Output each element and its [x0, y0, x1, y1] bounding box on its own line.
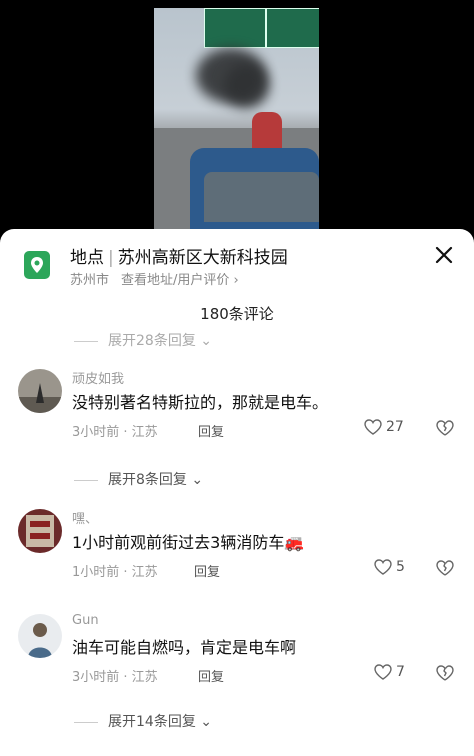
- like-count: 5: [396, 559, 405, 575]
- expand-replies-button[interactable]: 展开28条回复 ⌄: [74, 330, 212, 350]
- video-frame: [154, 8, 319, 233]
- location-label: 地点: [70, 248, 104, 268]
- comment-item: 顽皮如我 没特别著名特斯拉的，那就是电车。 3小时前 · 江苏 回复 27: [0, 369, 474, 469]
- road-sign: [204, 8, 266, 48]
- reply-button[interactable]: 回复: [198, 666, 224, 685]
- comment-time-location: 1小时前 · 江苏: [72, 565, 158, 580]
- car: [190, 148, 319, 233]
- close-icon[interactable]: [432, 243, 456, 267]
- avatar[interactable]: [18, 509, 62, 553]
- comment-time-location: 3小时前 · 江苏: [72, 670, 158, 685]
- heart-icon: [364, 419, 382, 435]
- location-title[interactable]: 地点 | 苏州高新区大新科技园: [70, 243, 288, 268]
- reply-button[interactable]: 回复: [198, 421, 224, 440]
- like-button[interactable]: 27: [364, 419, 404, 435]
- avatar[interactable]: [18, 369, 62, 413]
- like-button[interactable]: 7: [374, 664, 405, 680]
- comment-username[interactable]: 嘿、: [72, 508, 98, 527]
- comment-count: 180条评论: [200, 305, 274, 323]
- smoke: [224, 63, 269, 108]
- chevron-down-icon: ⌄: [191, 472, 204, 488]
- comment-text: 1小时前观前街过去3辆消防车🚒: [72, 533, 305, 552]
- comments-panel: 地点 | 苏州高新区大新科技园 苏州市 查看地址/用户评价 › 180条评论 展开28…: [0, 229, 474, 756]
- broken-heart-icon[interactable]: [436, 560, 454, 576]
- firefighter: [252, 112, 282, 152]
- like-count: 7: [396, 664, 405, 680]
- comment-time-location: 3小时前 · 江苏: [72, 425, 158, 440]
- avatar[interactable]: [18, 614, 62, 658]
- video-area[interactable]: [0, 0, 474, 233]
- broken-heart-icon[interactable]: [436, 420, 454, 436]
- broken-heart-icon[interactable]: [436, 665, 454, 681]
- location-pin-icon: [24, 251, 50, 279]
- comment-username[interactable]: 顽皮如我: [72, 368, 124, 387]
- comment-text: 油车可能自燃吗，肯定是电车啊: [72, 638, 297, 657]
- location-subline: 苏州市 查看地址/用户评价 ›: [70, 269, 239, 288]
- like-button[interactable]: 5: [374, 559, 405, 575]
- comment-username[interactable]: Gun: [72, 613, 99, 628]
- reply-button[interactable]: 回复: [194, 561, 220, 580]
- heart-icon: [374, 559, 392, 575]
- chevron-down-icon: ⌄: [200, 714, 213, 730]
- expand-replies-button[interactable]: 展开14条回复 ⌄: [74, 711, 212, 731]
- expand-replies-button[interactable]: 展开8条回复 ⌄: [74, 469, 203, 489]
- view-address-link[interactable]: 查看地址/用户评价 ›: [121, 273, 239, 288]
- comment-item: Gun 油车可能自燃吗，肯定是电车啊 3小时前 · 江苏 回复 7: [0, 613, 474, 714]
- like-count: 27: [386, 419, 404, 435]
- road-sign: [266, 8, 319, 48]
- comment-text: 没特别著名特斯拉的，那就是电车。: [72, 393, 329, 412]
- heart-icon: [374, 664, 392, 680]
- location-city: 苏州市: [70, 273, 110, 288]
- comment-item: 嘿、 1小时前观前街过去3辆消防车🚒 1小时前 · 江苏 回复 5: [0, 509, 474, 609]
- location-name: 苏州高新区大新科技园: [117, 248, 288, 268]
